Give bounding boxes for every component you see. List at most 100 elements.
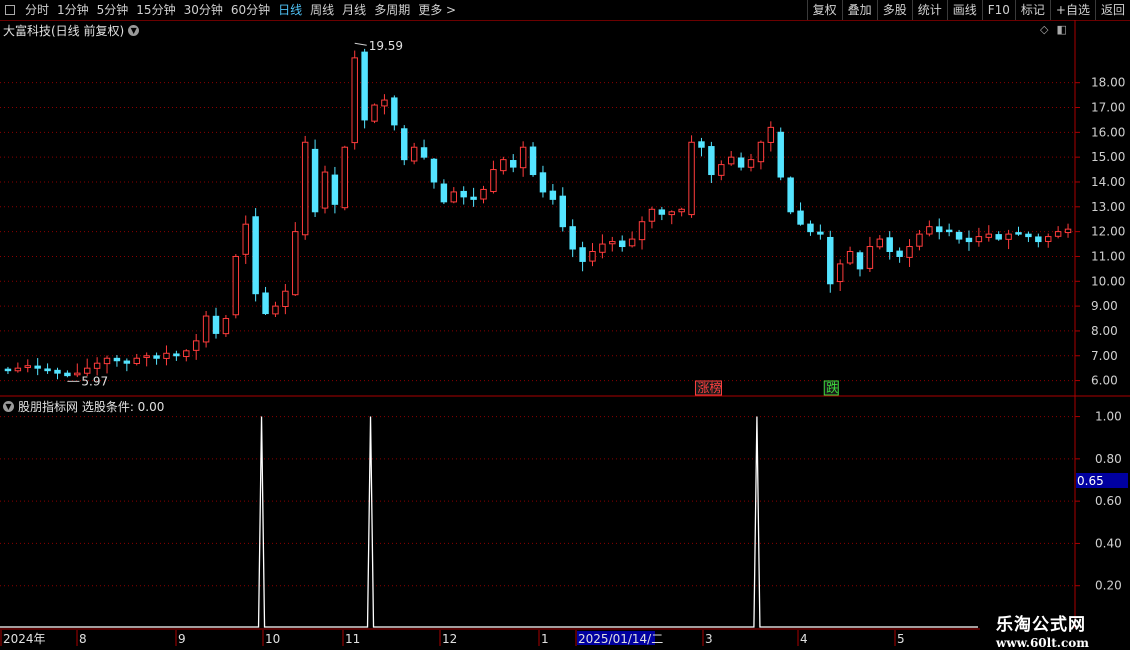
candle-body	[1015, 232, 1022, 235]
price-tick-label: 12.00	[1091, 225, 1125, 239]
candle-body	[975, 236, 983, 243]
candle-body	[123, 360, 131, 364]
candle-body	[926, 226, 933, 235]
price-tick-label: 17.00	[1091, 101, 1125, 115]
candle-body	[589, 250, 596, 262]
price-tick-label: 7.00	[1091, 349, 1118, 363]
candle-body	[945, 229, 953, 233]
candle-body	[113, 357, 121, 362]
candle-body	[361, 51, 368, 121]
event-tag-label: 跌	[826, 380, 838, 395]
candle-body	[767, 126, 775, 143]
logo-line1: 乐淘公式网	[996, 615, 1086, 635]
candle-body	[74, 372, 81, 376]
candle-body	[14, 367, 22, 372]
candle-body	[955, 231, 963, 240]
candle-body	[846, 250, 854, 264]
candle-body	[450, 191, 458, 203]
candle-body	[817, 231, 824, 235]
candle-body	[83, 367, 91, 374]
candle-body	[133, 357, 140, 364]
time-tick-label: 3	[705, 632, 713, 646]
candle-body	[341, 146, 349, 209]
candle-body	[232, 255, 240, 316]
candle-body	[886, 237, 893, 252]
time-tick-label: 8	[79, 632, 87, 646]
candle-body	[1045, 236, 1052, 242]
candle-body	[103, 357, 111, 365]
candle-body	[4, 368, 12, 372]
candle-body	[747, 159, 755, 168]
candle-body	[678, 208, 685, 213]
price-tick-label: 13.00	[1091, 200, 1125, 214]
price-tick-label: 16.00	[1091, 125, 1125, 139]
candle-body	[529, 146, 537, 176]
candle-body	[44, 368, 51, 372]
high-label: 19.59	[369, 39, 403, 53]
candle-body	[292, 231, 299, 296]
candle-body	[222, 318, 230, 335]
candle-body	[321, 171, 329, 209]
low-label: 5.97	[81, 374, 108, 388]
candle-body	[777, 131, 784, 178]
stock-chart[interactable]: 18.0017.0016.0015.0014.0013.0012.0011.00…	[0, 0, 1130, 650]
candle-body	[559, 195, 566, 228]
candle-body	[311, 148, 319, 213]
candle-body	[936, 226, 943, 233]
candle-body	[698, 141, 705, 148]
high-marker-line	[354, 42, 367, 46]
time-tick-label: 5	[897, 632, 905, 646]
candle-body	[797, 210, 804, 225]
time-tick-label: 4	[800, 632, 808, 646]
candle-body	[866, 246, 874, 269]
candle-body	[510, 160, 517, 168]
watermark-logo: 乐淘公式网 www.60lt.com	[996, 610, 1106, 650]
time-tick-label: 2024年	[3, 632, 46, 646]
candle-body	[628, 238, 636, 247]
candle-body	[242, 223, 249, 255]
candle-body	[391, 97, 398, 126]
time-tick-label: 10	[265, 632, 280, 646]
candle-body	[351, 57, 358, 144]
candle-body	[896, 250, 903, 257]
candle-body	[301, 141, 309, 236]
candle-body	[34, 365, 41, 369]
candle-body	[668, 211, 675, 216]
indicator-tick-label: 0.60	[1095, 494, 1122, 508]
candle-body	[995, 234, 1002, 240]
candle-body	[965, 237, 973, 243]
candle-body	[1054, 231, 1062, 237]
price-tick-label: 8.00	[1091, 324, 1118, 338]
candle-body	[1035, 236, 1042, 243]
candle-body	[1025, 233, 1032, 238]
candle-body	[183, 350, 190, 358]
time-tick-label: 12	[442, 632, 457, 646]
candle-body	[282, 290, 289, 308]
price-tick-label: 6.00	[1091, 374, 1118, 388]
candle-body	[272, 305, 279, 315]
candle-body	[1005, 233, 1012, 240]
cursor-value: 0.65	[1077, 474, 1104, 488]
candle-body	[916, 233, 923, 247]
candle-body	[609, 241, 616, 245]
candle-body	[876, 238, 884, 248]
candle-body	[460, 190, 467, 198]
time-tick-label: 1	[541, 632, 549, 646]
time-tick-label: 11	[345, 632, 360, 646]
candle-body	[420, 147, 428, 158]
candle-body	[1064, 228, 1072, 234]
candle-body	[381, 99, 388, 107]
candle-body	[500, 159, 507, 172]
candle-body	[757, 141, 765, 163]
candle-body	[331, 174, 339, 205]
candle-body	[569, 226, 576, 250]
candle-body	[519, 146, 527, 169]
event-tag-label: 涨榜	[697, 380, 721, 395]
time-tick-label: 2025/01/14/二	[578, 632, 663, 646]
candle-body	[718, 164, 725, 176]
candle-body	[827, 236, 834, 285]
candle-body	[64, 372, 71, 377]
logo-line2: www.60lt.com	[996, 636, 1089, 650]
price-tick-label: 10.00	[1091, 274, 1125, 288]
candle-body	[163, 352, 170, 359]
